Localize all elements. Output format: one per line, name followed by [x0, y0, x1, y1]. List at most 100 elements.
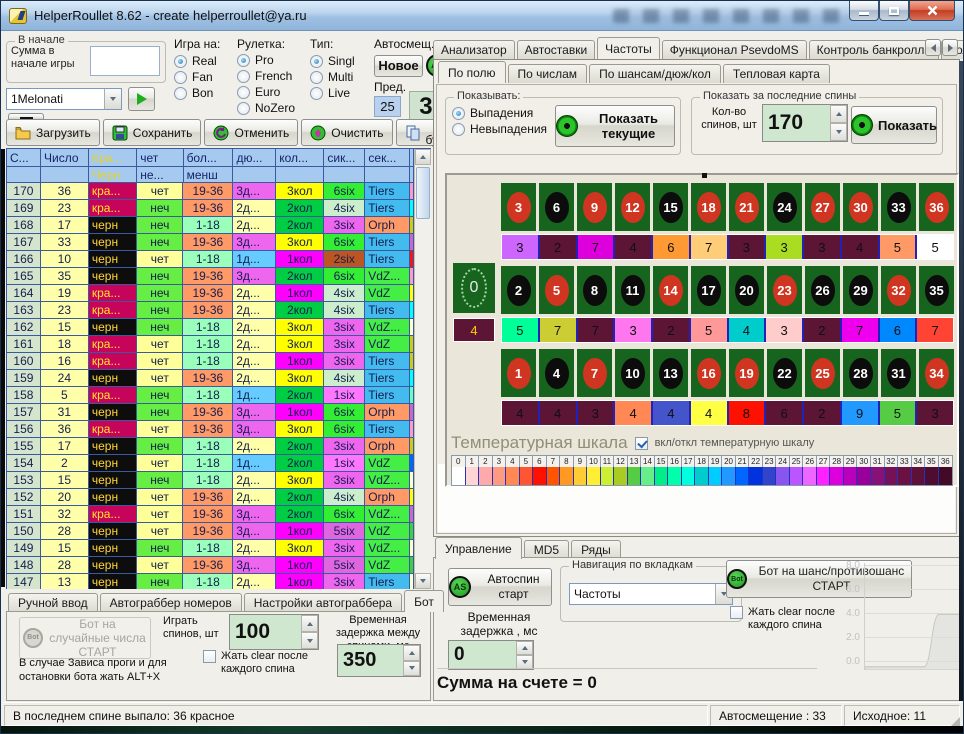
- game-on-option[interactable]: Real: [174, 54, 230, 68]
- board-number-cell[interactable]: 9: [577, 183, 612, 231]
- spin-count-stepper[interactable]: 170: [762, 104, 848, 142]
- board-number-cell[interactable]: 1: [501, 349, 536, 397]
- board-number-cell[interactable]: 24: [767, 183, 802, 231]
- vertical-scrollbar[interactable]: [414, 149, 431, 589]
- table-row[interactable]: 16323кра...неч19-362д...2кол4sixTiers8st…: [7, 302, 414, 319]
- type-option[interactable]: Multi: [310, 70, 366, 84]
- scroll-thumb[interactable]: [416, 167, 430, 219]
- game-on-option[interactable]: Bon: [174, 86, 230, 100]
- scroll-up-button[interactable]: [415, 149, 431, 165]
- spins-table-grid[interactable]: С...ЧислоКра...четбол...дю...кол...сик..…: [7, 149, 414, 589]
- table-row[interactable]: 15315черннеч1-182д...3кол3sixVdZ...5str: [7, 472, 414, 489]
- tab-scroll-right-button[interactable]: [942, 39, 958, 56]
- input-tab[interactable]: Бот: [404, 590, 444, 612]
- table-row[interactable]: 16923кра...неч19-362д...2кол4sixTiers8st…: [7, 200, 414, 217]
- stepper-up-button[interactable]: [301, 615, 318, 632]
- table-row[interactable]: 15636кра...чет19-363д...3кол6sixTiers12s…: [7, 421, 414, 438]
- roulette-option[interactable]: Euro: [237, 85, 303, 99]
- board-number-cell[interactable]: 20: [729, 266, 764, 314]
- table-row[interactable]: 15731черннеч19-363д...1кол6sixOrph11str: [7, 404, 414, 421]
- analyzer-tab[interactable]: Анализатор: [433, 40, 515, 59]
- scroll-track[interactable]: [415, 165, 431, 573]
- board-number-cell[interactable]: 26: [805, 266, 840, 314]
- analyzer-tab[interactable]: Функционал PsevdoMS: [662, 40, 807, 59]
- stepper-up-button[interactable]: [403, 645, 420, 661]
- play-button[interactable]: [128, 87, 155, 111]
- board-number-cell[interactable]: 30: [843, 183, 878, 231]
- tab-scroll-left-button[interactable]: [925, 39, 941, 56]
- table-row[interactable]: 16610чернчет1-181д...1кол2sixTiers4str: [7, 251, 414, 268]
- board-number-cell[interactable]: 13: [653, 349, 688, 397]
- board-number-cell[interactable]: 31: [881, 349, 916, 397]
- roulette-option[interactable]: French: [237, 69, 303, 83]
- start-sum-input[interactable]: [90, 46, 160, 76]
- stepper-up-button[interactable]: [516, 641, 533, 655]
- board-number-cell[interactable]: 14: [653, 266, 688, 314]
- table-row[interactable]: 15517черннеч1-182д...2кол3sixOrph6str: [7, 438, 414, 455]
- play-spins-stepper[interactable]: 100: [229, 614, 319, 650]
- table-row[interactable]: 1542чернчет1-181д...2кол1sixVdZ1str: [7, 455, 414, 472]
- board-number-cell[interactable]: 35: [919, 266, 954, 314]
- board-number-cell[interactable]: 19: [729, 349, 764, 397]
- board-number-cell[interactable]: 23: [767, 266, 802, 314]
- board-number-cell[interactable]: 12: [615, 183, 650, 231]
- input-tab[interactable]: Автограббер номеров: [100, 593, 242, 612]
- show-mode-option[interactable]: Выпадения: [452, 106, 547, 120]
- input-tab[interactable]: Настройки автограббера: [244, 593, 402, 612]
- roulette-option[interactable]: Pro: [237, 53, 303, 67]
- board-number-cell[interactable]: 16: [691, 349, 726, 397]
- show-mode-option[interactable]: Невыпадения: [452, 122, 547, 136]
- analyzer-tab[interactable]: Контроль банкролла: [809, 40, 939, 59]
- clear-after-spin-checkbox[interactable]: Жать clear после каждого спина: [203, 650, 321, 676]
- roulette-option[interactable]: NoZero: [237, 101, 303, 115]
- clear-button[interactable]: Очистить: [301, 119, 392, 146]
- show-current-button[interactable]: Показать текущие: [555, 105, 675, 147]
- table-row[interactable]: 15132кра...чет19-363д...2кол6sixVdZ...11…: [7, 506, 414, 523]
- preset-combo[interactable]: 1Melonati: [6, 88, 122, 110]
- board-number-cell[interactable]: 2: [501, 266, 536, 314]
- board-number-cell[interactable]: 25: [805, 349, 840, 397]
- game-on-option[interactable]: Fan: [174, 70, 230, 84]
- tab-navigation-combo[interactable]: Частоты: [569, 583, 733, 605]
- new-button[interactable]: Новое: [374, 55, 423, 77]
- stepper-up-button[interactable]: [830, 105, 847, 123]
- stepper-down-button[interactable]: [830, 123, 847, 141]
- frequency-sub-tab[interactable]: По полю: [438, 61, 506, 83]
- save-button[interactable]: Сохранить: [103, 119, 202, 146]
- temperature-checkbox[interactable]: [635, 437, 648, 450]
- undo-button[interactable]: Отменить: [204, 119, 298, 146]
- board-number-cell[interactable]: 15: [653, 183, 688, 231]
- board-number-cell[interactable]: 33: [881, 183, 916, 231]
- type-option[interactable]: Live: [310, 86, 366, 100]
- board-number-cell[interactable]: 10: [615, 349, 650, 397]
- table-row[interactable]: 16419кра...неч19-362д...1кол4sixVdZ7str: [7, 285, 414, 302]
- table-row[interactable]: 16215черннеч1-182д...3кол3sixVdZ...5str: [7, 319, 414, 336]
- board-number-cell[interactable]: 3: [501, 183, 536, 231]
- type-option[interactable]: Singl: [310, 54, 366, 68]
- show-button[interactable]: Показать: [851, 106, 937, 144]
- maximize-button[interactable]: [879, 1, 909, 21]
- table-row[interactable]: 16535черннеч19-363д...2кол6sixVdZ...12st…: [7, 268, 414, 285]
- table-row[interactable]: 15220чернчет19-362д...2кол4sixOrph7str: [7, 489, 414, 506]
- board-number-cell[interactable]: 29: [843, 266, 878, 314]
- table-row[interactable]: 14713черннеч1-182д...1кол3sixTiers5str: [7, 574, 414, 589]
- board-number-cell[interactable]: 21: [729, 183, 764, 231]
- board-number-cell[interactable]: 8: [577, 266, 612, 314]
- board-number-cell[interactable]: 7: [577, 349, 612, 397]
- frequency-sub-tab[interactable]: По шансам/дюж/кол: [589, 64, 721, 83]
- analyzer-tab[interactable]: Частоты: [597, 37, 660, 59]
- close-button[interactable]: [909, 1, 955, 21]
- board-number-cell[interactable]: 17: [691, 266, 726, 314]
- scroll-down-button[interactable]: [415, 573, 431, 589]
- minimize-button[interactable]: [849, 1, 879, 21]
- input-tab[interactable]: Ручной ввод: [8, 593, 98, 612]
- table-row[interactable]: 16118кра...чет1-182д...3кол3sixVdZ6str: [7, 336, 414, 353]
- board-number-cell[interactable]: 6: [539, 183, 574, 231]
- control-tab[interactable]: Управление: [435, 537, 522, 559]
- board-number-cell[interactable]: 11: [615, 266, 650, 314]
- stepper-down-button[interactable]: [301, 632, 318, 649]
- table-row[interactable]: 16817черннеч1-182д...2кол3sixOrph6str: [7, 217, 414, 234]
- frequency-sub-tab[interactable]: Тепловая карта: [723, 64, 830, 83]
- board-number-cell[interactable]: 34: [919, 349, 954, 397]
- table-row[interactable]: 16016кра...чет1-182д...1кол3sixTiers6str: [7, 353, 414, 370]
